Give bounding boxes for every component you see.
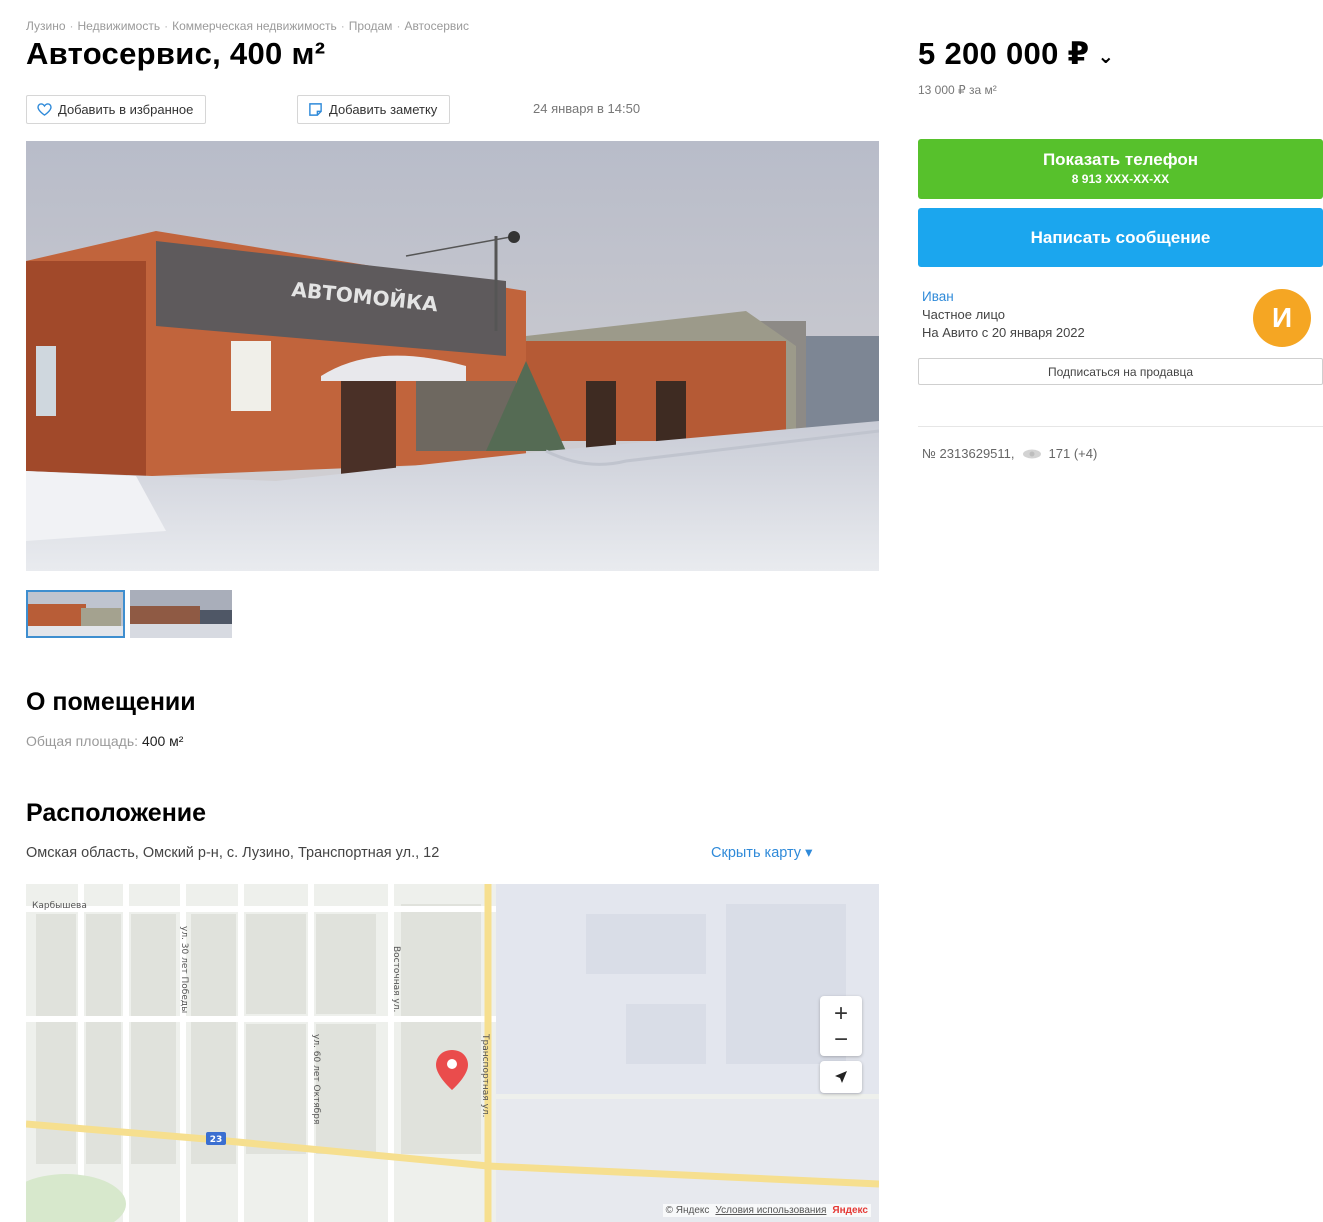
zoom-out-button[interactable]: − — [834, 1028, 848, 1052]
price-value: 5 200 000 ₽ — [918, 36, 1090, 71]
seller-type: Частное лицо — [922, 307, 1005, 322]
map-street-label: ул. 60 лет Октября — [311, 1034, 321, 1124]
thumbnail-image — [26, 590, 125, 638]
seller-since: На Авито с 20 января 2022 — [922, 325, 1085, 340]
eye-icon — [1022, 449, 1041, 458]
map-footer: © Яндекс Условия использования Яндекс — [662, 1204, 871, 1217]
note-icon — [309, 103, 322, 116]
ad-number: № 2313629511, — [922, 446, 1015, 461]
add-to-favorites-label: Добавить в избранное — [58, 102, 194, 117]
avatar[interactable]: И — [1253, 289, 1311, 347]
breadcrumb-separator: · — [69, 19, 74, 33]
add-note-label: Добавить заметку — [329, 102, 438, 117]
main-photo[interactable]: АВТОМОЙКА — [26, 141, 879, 571]
about-section-title: О помещении — [26, 688, 196, 716]
add-to-favorites-button[interactable]: Добавить в избранное — [26, 95, 207, 124]
price-chevron-down-icon[interactable]: ⌄ — [1097, 44, 1114, 69]
location-section-title: Расположение — [26, 799, 207, 827]
masked-phone-number: 8 913 XXX-XX-XX — [1071, 172, 1170, 186]
price-per-sqm: 13 000 ₽ за м² — [918, 83, 997, 97]
area-label: Общая площадь: — [26, 733, 139, 749]
zoom-control: + − — [820, 996, 862, 1056]
yandex-logo[interactable]: Яндекс — [832, 1205, 868, 1216]
route-number-badge: 23 — [210, 1135, 223, 1145]
breadcrumb-separator: · — [340, 19, 345, 33]
zoom-in-button[interactable]: + — [834, 1000, 848, 1028]
map-canvas: Карбышева ул. 30 лет Победы Восточная ул… — [26, 884, 879, 1222]
hide-map-link[interactable]: Скрыть карту ▾ — [711, 845, 812, 861]
breadcrumb-separator: · — [164, 19, 169, 33]
area-property: Общая площадь: 400 м² — [26, 733, 183, 749]
breadcrumb: Лузино · Недвижимость · Коммерческая недви… — [26, 19, 469, 33]
car-wash-photo: АВТОМОЙКА — [26, 141, 879, 571]
thumbnail-2[interactable] — [130, 590, 232, 638]
thumbnail-image — [130, 590, 232, 638]
map-street-label: Восточная ул. — [391, 946, 401, 1012]
divider — [918, 426, 1323, 427]
location-map[interactable]: Карбышева ул. 30 лет Победы Восточная ул… — [26, 884, 879, 1222]
add-note-button[interactable]: Добавить заметку — [297, 95, 451, 124]
ad-meta: № 2313629511, 171 (+4) — [922, 446, 1097, 461]
geolocation-button[interactable] — [820, 1061, 862, 1093]
heart-icon — [37, 103, 52, 116]
area-value: 400 м² — [141, 733, 184, 749]
show-phone-button[interactable]: Показать телефон 8 913 XXX-XX-XX — [918, 139, 1323, 199]
show-phone-label: Показать телефон — [1042, 150, 1199, 169]
publish-date: 24 января в 14:50 — [533, 101, 641, 116]
page-title: Автосервис, 400 м² — [26, 36, 326, 71]
seller-name-link[interactable]: Иван — [922, 289, 954, 304]
breadcrumb-item-autoservice[interactable]: Автосервис — [404, 19, 469, 33]
breadcrumb-item-realty[interactable]: Недвижимость — [78, 19, 161, 33]
breadcrumb-separator: · — [396, 19, 401, 33]
map-street-label: Транспортная ул. — [480, 1033, 490, 1118]
view-count: 171 (+4) — [1048, 446, 1098, 461]
address-text: Омская область, Омский р-н, с. Лузино, Т… — [26, 845, 440, 861]
write-message-button[interactable]: Написать сообщение — [918, 208, 1323, 267]
map-street-label: Карбышева — [32, 901, 87, 911]
price: 5 200 000 ₽ ⌄ — [918, 36, 1114, 72]
map-copyright: © Яндекс — [665, 1205, 710, 1216]
breadcrumb-item-sell[interactable]: Продам — [349, 19, 393, 33]
breadcrumb-item-commercial[interactable]: Коммерческая недвижимость — [172, 19, 337, 33]
navigation-arrow-icon — [835, 1071, 847, 1083]
map-street-label: ул. 30 лет Победы — [179, 926, 189, 1013]
breadcrumb-item-city[interactable]: Лузино — [26, 19, 66, 33]
map-terms-link[interactable]: Условия использования — [715, 1205, 826, 1216]
subscribe-seller-button[interactable]: Подписаться на продавца — [918, 358, 1323, 385]
thumbnail-1[interactable] — [26, 590, 125, 638]
